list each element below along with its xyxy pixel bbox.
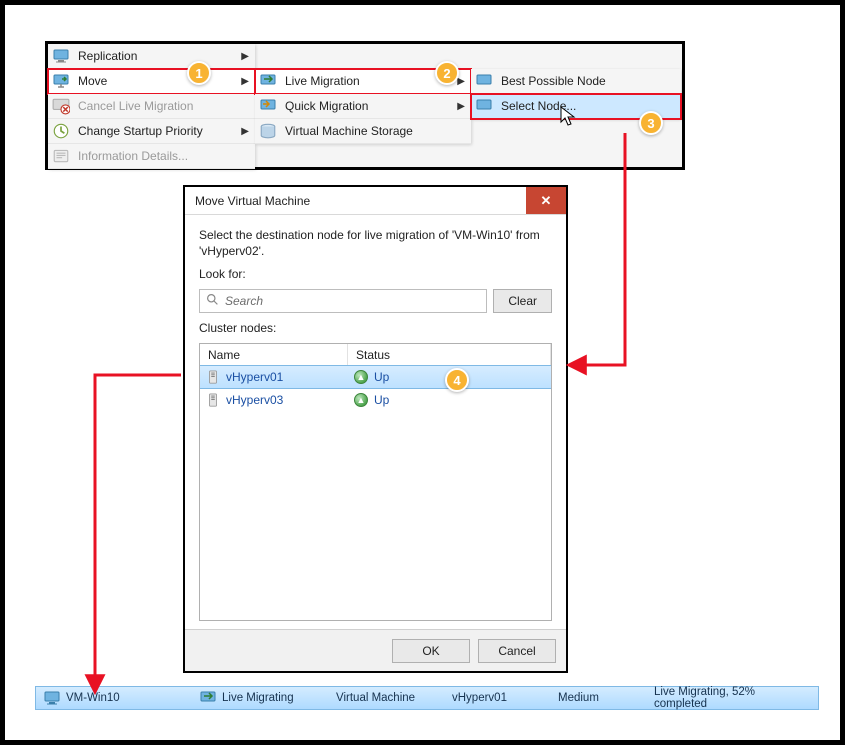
menu-label: Change Startup Priority (78, 124, 203, 138)
menu-item-change-startup-priority[interactable]: Change Startup Priority ▶ (48, 119, 255, 144)
server-icon (206, 393, 220, 407)
menu-label: Quick Migration (285, 99, 368, 113)
dialog-title: Move Virtual Machine (195, 194, 310, 208)
priority-icon (52, 122, 70, 140)
vm-info: Live Migrating, 52% completed (654, 686, 810, 710)
cancel-icon (52, 97, 70, 115)
vm-type: Virtual Machine (336, 692, 415, 704)
menu-label: Information Details... (78, 149, 188, 163)
list-item[interactable]: vHyperv01 ▲ Up (199, 365, 552, 389)
vm-owner: vHyperv01 (452, 692, 507, 704)
menu-label: Cancel Live Migration (78, 99, 193, 113)
vm-icon (52, 72, 70, 90)
look-for-label: Look for: (199, 267, 552, 281)
menu-item-move[interactable]: Move ▶ (48, 69, 255, 94)
annotation-badge-3: 3 (639, 111, 663, 135)
menu-label: Virtual Machine Storage (285, 124, 413, 138)
migrating-icon (200, 690, 216, 706)
submenu-arrow-icon: ▶ (457, 76, 465, 87)
vm-name: VM-Win10 (66, 692, 120, 704)
menu-label: Move (78, 74, 107, 88)
node-name: vHyperv03 (226, 393, 283, 407)
submenu-arrow-icon: ▶ (241, 126, 249, 137)
menu-label: Best Possible Node (501, 74, 606, 88)
vm-priority: Medium (558, 692, 599, 704)
node-name: vHyperv01 (226, 370, 283, 384)
menu-item-virtual-machine-storage[interactable]: Virtual Machine Storage (255, 119, 471, 144)
header-status[interactable]: Status (348, 344, 551, 365)
dialog-description: Select the destination node for live mig… (199, 227, 552, 259)
menu-item-quick-migration[interactable]: Quick Migration ▶ (255, 94, 471, 119)
vm-status-row[interactable]: VM-Win10 Live Migrating Virtual Machine … (35, 686, 819, 710)
menu-label: Select Node... (501, 99, 576, 113)
status-up-icon: ▲ (354, 370, 368, 384)
vm-state: Live Migrating (222, 692, 294, 704)
vm-icon (259, 72, 277, 90)
search-icon (206, 293, 219, 309)
node-status: Up (374, 370, 389, 384)
status-up-icon: ▲ (354, 393, 368, 407)
storage-icon (259, 122, 277, 140)
menu-item-information-details: Information Details... (48, 144, 255, 169)
dialog-footer: OK Cancel (185, 629, 566, 671)
context-menu-block: Replication ▶ Move ▶ Cancel Live Migrati… (45, 41, 685, 170)
menu-item-replication[interactable]: Replication ▶ (48, 44, 255, 69)
search-input[interactable]: Search (199, 289, 487, 313)
vm-icon (475, 72, 493, 90)
cancel-button[interactable]: Cancel (478, 639, 556, 663)
node-status: Up (374, 393, 389, 407)
vm-icon (44, 690, 60, 706)
submenu-arrow-icon: ▶ (457, 101, 465, 112)
move-vm-dialog: Move Virtual Machine ✕ Select the destin… (183, 185, 568, 673)
annotation-badge-1: 1 (187, 61, 211, 85)
header-name[interactable]: Name (200, 344, 348, 365)
ok-button[interactable]: OK (392, 639, 470, 663)
search-row: Search Clear (199, 289, 552, 313)
menu-item-cancel-live-migration: Cancel Live Migration (48, 94, 255, 119)
vm-icon (259, 97, 277, 115)
server-icon (206, 370, 220, 384)
info-icon (52, 147, 70, 165)
dialog-close-button[interactable]: ✕ (526, 187, 566, 214)
submenu-arrow-icon: ▶ (241, 76, 249, 87)
vm-icon (475, 97, 493, 115)
list-item[interactable]: vHyperv03 ▲ Up (200, 388, 551, 412)
annotation-badge-2: 2 (435, 61, 459, 85)
dialog-body: Select the destination node for live mig… (185, 215, 566, 629)
cluster-nodes-list: Name Status vHyperv01 ▲ Up (199, 343, 552, 621)
vm-icon (52, 47, 70, 65)
close-icon: ✕ (541, 193, 552, 209)
list-header: Name Status (200, 344, 551, 366)
menu-label: Live Migration (285, 74, 360, 88)
dialog-title-bar: Move Virtual Machine ✕ (185, 187, 566, 215)
cluster-nodes-label: Cluster nodes: (199, 321, 552, 335)
submenu-arrow-icon: ▶ (241, 51, 249, 62)
clear-button[interactable]: Clear (493, 289, 552, 313)
menu-label: Replication (78, 49, 137, 63)
menu-column-1: Replication ▶ Move ▶ Cancel Live Migrati… (48, 44, 255, 169)
menu-item-best-possible-node[interactable]: Best Possible Node (471, 69, 681, 94)
search-placeholder: Search (225, 294, 263, 308)
annotation-badge-4: 4 (445, 368, 469, 392)
